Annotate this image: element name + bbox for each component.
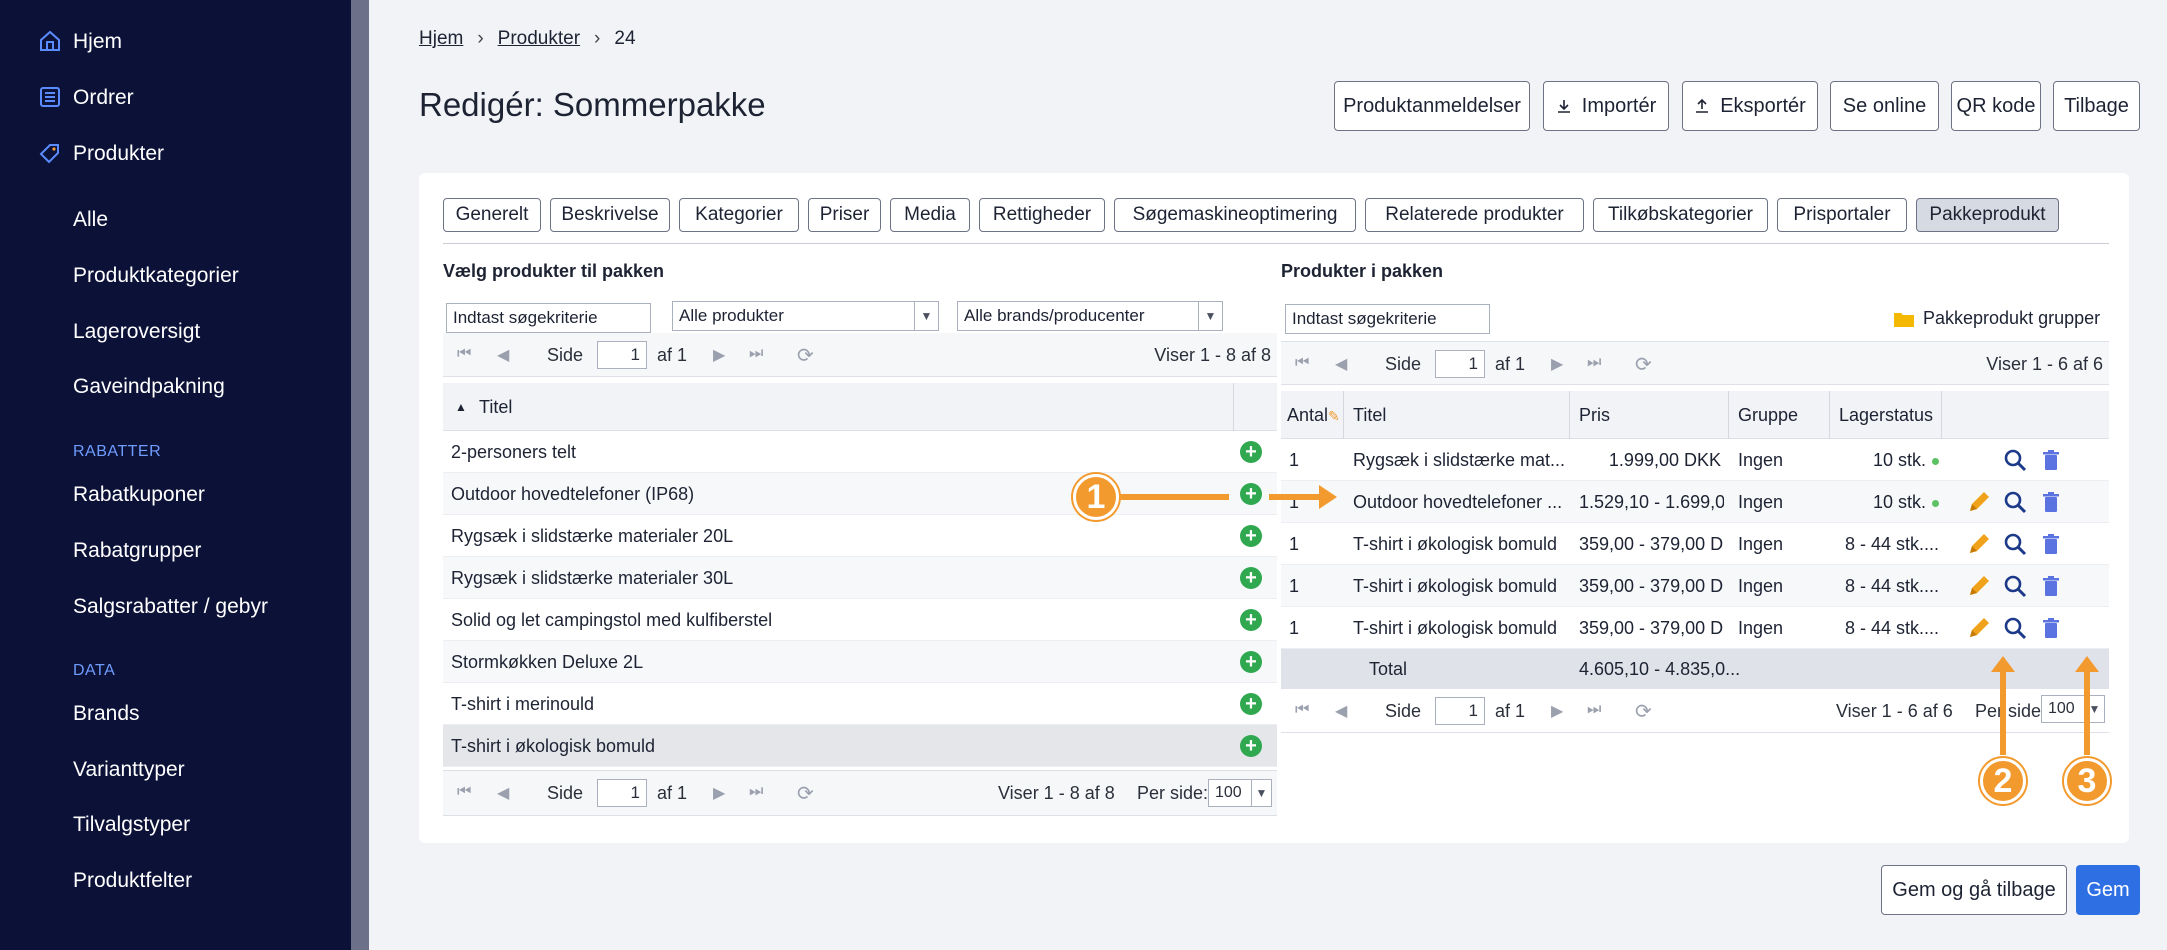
callout-1-arrowhead — [1319, 485, 1337, 509]
save-and-back-button[interactable]: Gem og gå tilbage — [1881, 865, 2067, 915]
sidebar: Hjem Ordrer Produkter Alle Produktkatego… — [0, 0, 369, 950]
callout-1: 1 — [1073, 474, 1119, 520]
sidebar-item-product-fields[interactable]: Produktfelter — [73, 869, 192, 893]
sidebar-item-stock-overview[interactable]: Lageroversigt — [73, 320, 200, 344]
home-icon — [40, 30, 60, 51]
callout-3: 3 — [2064, 758, 2110, 804]
callout-2-arrowhead — [1991, 656, 2015, 672]
sidebar-item-products[interactable]: Produkter — [73, 142, 164, 166]
sidebar-item-variant-types[interactable]: Varianttyper — [73, 758, 185, 782]
sidebar-item-home[interactable]: Hjem — [73, 30, 122, 54]
sidebar-item-option-types[interactable]: Tilvalgstyper — [73, 813, 190, 837]
sidebar-item-discount-groups[interactable]: Rabatgrupper — [73, 539, 201, 563]
annotation-arrows — [1093, 485, 2099, 755]
sidebar-item-orders[interactable]: Ordrer — [73, 86, 134, 110]
sidebar-item-coupons[interactable]: Rabatkuponer — [73, 483, 205, 507]
orders-icon — [40, 87, 60, 107]
sidebar-item-sales-discounts[interactable]: Salgsrabatter / gebyr — [73, 595, 268, 619]
callout-3-arrowhead — [2075, 656, 2099, 672]
sidebar-item-all[interactable]: Alle — [73, 208, 108, 232]
sidebar-section-data: DATA — [73, 662, 116, 679]
sidebar-item-gift-wrapping[interactable]: Gaveindpakning — [73, 375, 225, 399]
callout-2: 2 — [1980, 758, 2026, 804]
sidebar-item-brands[interactable]: Brands — [73, 702, 140, 726]
main-content: Hjem › Produkter › 24 Redigér: Sommerpakke P… — [369, 0, 2167, 950]
sidebar-item-product-categories[interactable]: Produktkategorier — [73, 264, 239, 288]
save-button[interactable]: Gem — [2076, 865, 2140, 915]
tag-icon — [39, 144, 59, 164]
sidebar-section-rabatter: RABATTER — [73, 443, 162, 460]
